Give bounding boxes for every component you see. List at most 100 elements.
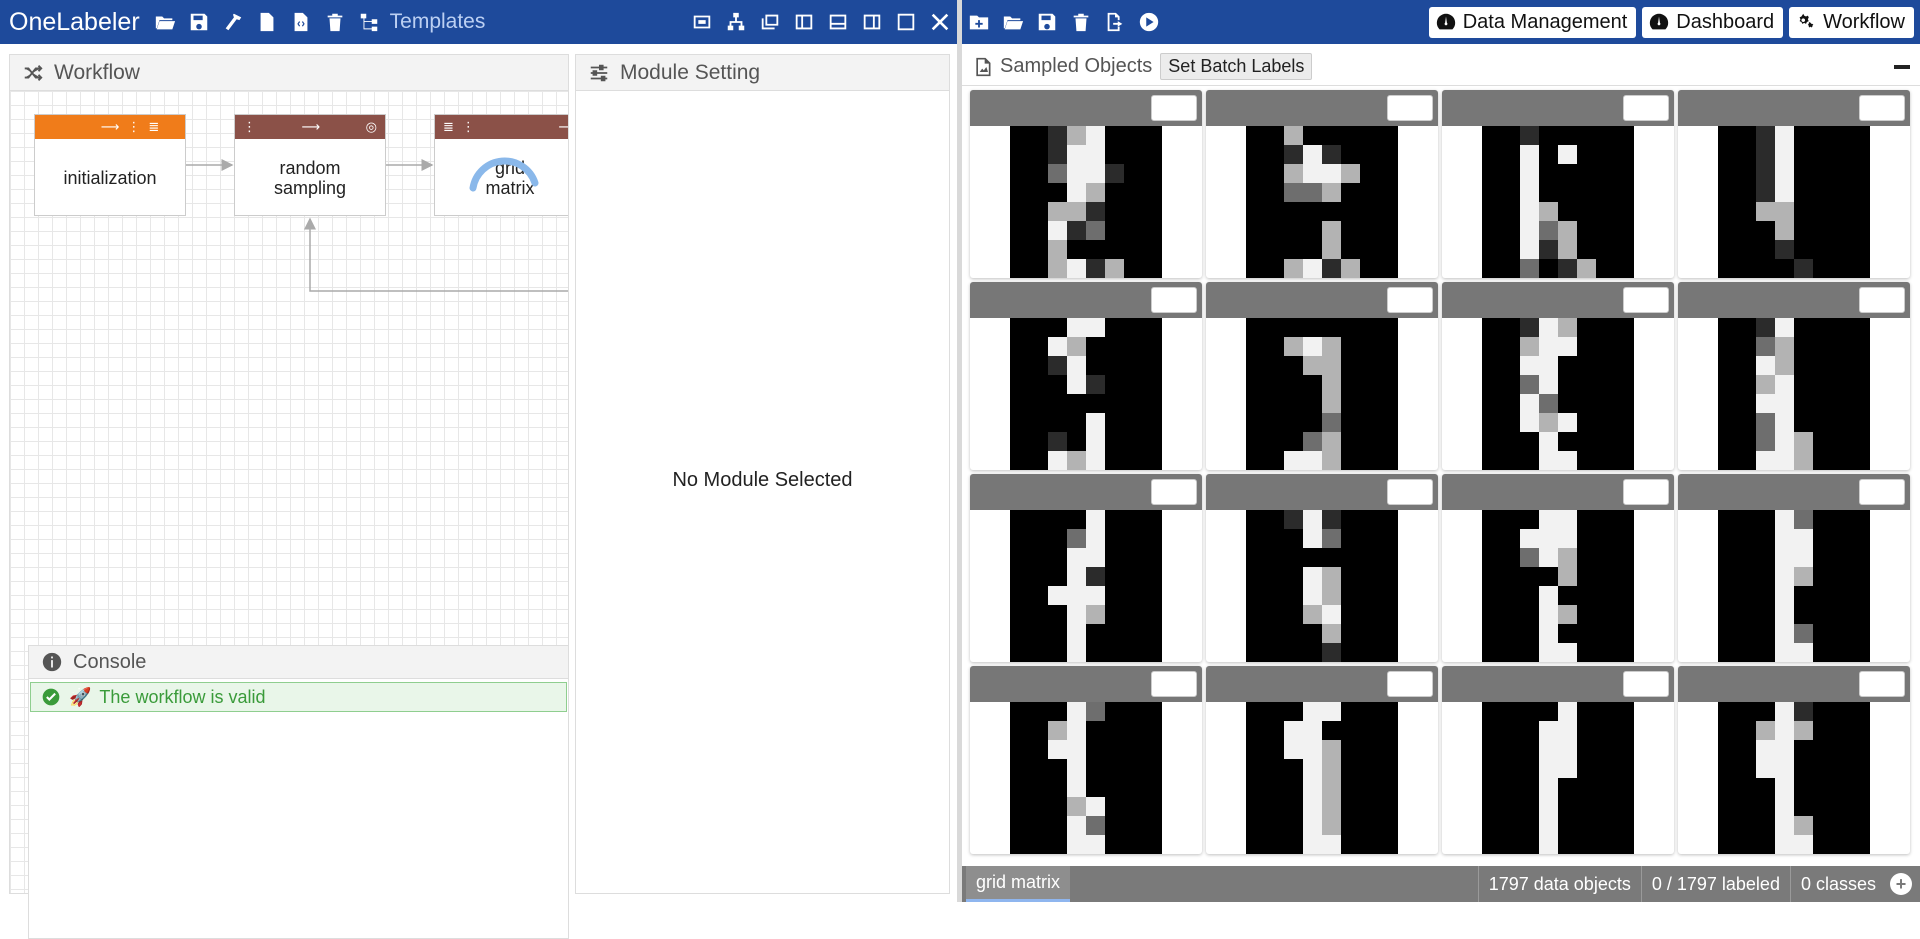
digit-pixel <box>1246 318 1265 337</box>
digit-pixel <box>1143 221 1162 240</box>
digit-pixel <box>1143 759 1162 778</box>
object-card[interactable] <box>1206 474 1438 662</box>
digit-pixel <box>1520 413 1539 432</box>
maximize-icon[interactable] <box>889 0 923 44</box>
label-selector[interactable] <box>1387 671 1433 697</box>
object-card[interactable] <box>970 282 1202 470</box>
dashboard-button[interactable]: Dashboard <box>1642 6 1784 38</box>
digit-pixel <box>1756 816 1775 835</box>
digit-pixel <box>1086 259 1105 278</box>
digit-pixel <box>1379 586 1398 605</box>
layout-tree-icon[interactable] <box>719 0 753 44</box>
label-selector[interactable] <box>1151 671 1197 697</box>
digit-pixel <box>1105 202 1124 221</box>
digit-pixel <box>1322 702 1341 721</box>
object-card[interactable] <box>1206 282 1438 470</box>
add-folder-icon[interactable] <box>962 0 996 44</box>
label-selector[interactable] <box>1151 95 1197 121</box>
digit-pixel <box>1265 375 1284 394</box>
object-card[interactable] <box>1442 90 1674 278</box>
label-selector[interactable] <box>1859 671 1905 697</box>
layout-bottom-icon[interactable] <box>821 0 855 44</box>
arrow-right-icon: ⟶ <box>301 119 321 135</box>
digit-pixel <box>1520 356 1539 375</box>
workflow-node-initialization[interactable]: ⟶ ⋮ ≣ initialization <box>34 114 186 216</box>
label-selector[interactable] <box>1387 95 1433 121</box>
workflow-button[interactable]: Workflow <box>1789 6 1914 38</box>
object-card[interactable] <box>970 474 1202 662</box>
label-selector[interactable] <box>1151 287 1197 313</box>
close-icon[interactable] <box>923 0 957 44</box>
object-card[interactable] <box>1442 474 1674 662</box>
digit-pixel <box>1246 356 1265 375</box>
layout-window-icon[interactable] <box>753 0 787 44</box>
object-card[interactable] <box>1678 90 1910 278</box>
digit-pixel <box>1143 643 1162 662</box>
digit-pixel <box>1813 221 1832 240</box>
sitemap-icon[interactable] <box>352 0 386 44</box>
digit-pixel <box>1086 432 1105 451</box>
save-icon[interactable] <box>182 0 216 44</box>
layout-right-icon[interactable] <box>855 0 889 44</box>
label-selector[interactable] <box>1859 95 1905 121</box>
workflow-node-random-sampling[interactable]: ⋮ ⟶ ◎ random sampling <box>234 114 386 216</box>
digit-pixel <box>1124 643 1143 662</box>
digit-pixel <box>1539 605 1558 624</box>
workflow-node-grid-matrix[interactable]: ≣ ⋮ ⟶ grid matrix <box>434 114 568 216</box>
digit-pixel <box>1067 624 1086 643</box>
digit-pixel <box>1501 145 1520 164</box>
digit-pixel <box>1539 624 1558 643</box>
trash-icon[interactable] <box>1064 0 1098 44</box>
data-management-button[interactable]: Data Management <box>1428 6 1637 38</box>
play-icon[interactable] <box>1132 0 1166 44</box>
label-selector[interactable] <box>1623 95 1669 121</box>
pane-divider[interactable] <box>957 0 962 902</box>
label-selector[interactable] <box>1623 287 1669 313</box>
object-card[interactable] <box>970 666 1202 854</box>
digit-pixel <box>1851 702 1870 721</box>
layout-grid-icon[interactable] <box>685 0 719 44</box>
digit-pixel <box>1029 740 1048 759</box>
set-batch-labels-button[interactable]: Set Batch Labels <box>1160 53 1313 80</box>
object-card[interactable] <box>970 90 1202 278</box>
object-card[interactable] <box>1678 474 1910 662</box>
object-card[interactable] <box>1678 666 1910 854</box>
label-selector[interactable] <box>1387 287 1433 313</box>
node-header: ⟶ ⋮ ≣ <box>35 115 185 139</box>
digit-pixel <box>1813 778 1832 797</box>
digit-pixel <box>1756 797 1775 816</box>
status-tab-grid-matrix[interactable]: grid matrix <box>966 866 1071 902</box>
label-selector[interactable] <box>1623 479 1669 505</box>
digit-pixel <box>1379 394 1398 413</box>
export-icon[interactable] <box>1098 0 1132 44</box>
digit-pixel <box>1577 337 1596 356</box>
layout-left-icon[interactable] <box>787 0 821 44</box>
trash-icon[interactable] <box>318 0 352 44</box>
object-card[interactable] <box>1442 282 1674 470</box>
file-code-icon[interactable] <box>284 0 318 44</box>
label-selector[interactable] <box>1387 479 1433 505</box>
label-selector[interactable] <box>1859 287 1905 313</box>
object-card[interactable] <box>1442 666 1674 854</box>
object-card[interactable] <box>1206 90 1438 278</box>
label-selector[interactable] <box>1623 671 1669 697</box>
digit-pixel <box>1596 202 1615 221</box>
minimize-icon[interactable] <box>1894 65 1910 69</box>
save-icon[interactable] <box>1030 0 1064 44</box>
digit-pixel <box>1303 835 1322 854</box>
label-selector[interactable] <box>1151 479 1197 505</box>
hammer-icon[interactable] <box>216 0 250 44</box>
object-card[interactable] <box>1206 666 1438 854</box>
object-card[interactable] <box>1678 282 1910 470</box>
templates-link[interactable]: Templates <box>390 10 486 34</box>
digit-pixel <box>1756 413 1775 432</box>
file-icon[interactable] <box>250 0 284 44</box>
dots-vertical-icon[interactable]: ⋮ <box>127 120 140 135</box>
folder-open-icon[interactable] <box>996 0 1030 44</box>
label-selector[interactable] <box>1859 479 1905 505</box>
dots-vertical-icon[interactable]: ⋮ <box>243 120 256 135</box>
digit-pixel <box>1596 451 1615 470</box>
digit-pixel <box>1143 126 1162 145</box>
add-class-icon[interactable]: + <box>1890 873 1912 895</box>
folder-open-icon[interactable] <box>148 0 182 44</box>
